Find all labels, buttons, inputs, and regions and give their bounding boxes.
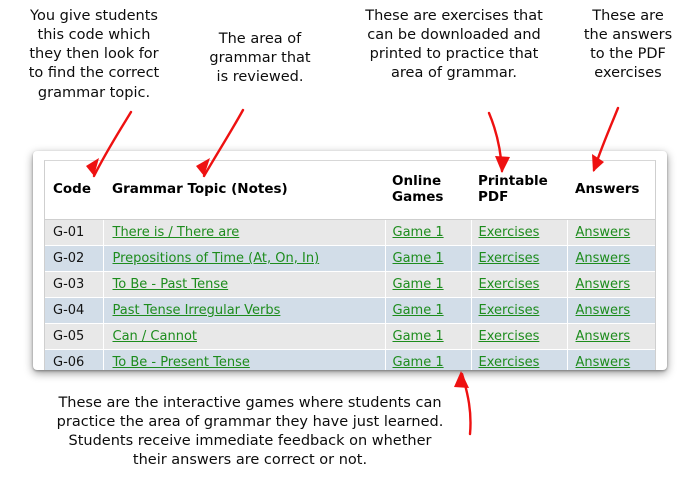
grammar-table-viewport: Code Grammar Topic (Notes) Online Games …	[44, 160, 656, 370]
table-row: G-01 There is / There are Game 1 Exercises A…	[45, 219, 655, 246]
table-header: Code Grammar Topic (Notes) Online Games …	[45, 161, 655, 220]
cell-online-game: Game 1	[385, 245, 472, 272]
grammar-table: Code Grammar Topic (Notes) Online Games …	[45, 161, 655, 370]
online-game-link[interactable]: Game 1	[393, 329, 444, 344]
cell-code: G-05	[45, 323, 104, 350]
grammar-topic-link[interactable]: To Be - Present Tense	[113, 355, 250, 370]
annotation-printable-pdf-column: These are exercises that can be download…	[365, 8, 543, 82]
grammar-topic-link[interactable]: Past Tense Irregular Verbs	[113, 303, 281, 318]
cell-answers: Answers	[567, 245, 655, 272]
column-header-online-games: Online Games	[385, 161, 471, 220]
printable-pdf-link[interactable]: Exercises	[479, 303, 540, 318]
cell-answers: Answers	[567, 297, 655, 324]
online-game-link[interactable]: Game 1	[393, 303, 444, 318]
online-game-link[interactable]: Game 1	[393, 355, 444, 370]
annotation-grammar-topic-column: The area of grammar that is reviewed.	[209, 31, 311, 86]
online-game-link[interactable]: Game 1	[393, 277, 444, 292]
cell-online-game: Game 1	[385, 349, 472, 370]
printable-pdf-link[interactable]: Exercises	[479, 251, 540, 266]
table-row: G-06 To Be - Present Tense Game 1 Exercises…	[45, 349, 655, 370]
grammar-topic-link[interactable]: Prepositions of Time (At, On, In)	[113, 251, 320, 266]
cell-code: G-04	[45, 297, 104, 324]
answers-link[interactable]: Answers	[576, 251, 631, 266]
cell-code: G-03	[45, 271, 104, 298]
printable-pdf-link[interactable]: Exercises	[479, 355, 540, 370]
column-header-printable-pdf: Printable PDF	[471, 161, 567, 220]
cell-online-game: Game 1	[385, 297, 472, 324]
table-row: G-03 To Be - Past Tense Game 1 Exercises Ans…	[45, 271, 655, 298]
table-row: G-05 Can / Cannot Game 1 Exercises Answers	[45, 323, 655, 350]
table-row: G-04 Past Tense Irregular Verbs Game 1 Exer…	[45, 297, 655, 324]
cell-code: G-06	[45, 349, 104, 370]
cell-code: G-02	[45, 245, 104, 272]
answers-link[interactable]: Answers	[576, 225, 631, 240]
cell-grammar-topic: To Be - Present Tense	[103, 349, 386, 370]
column-header-topic: Grammar Topic (Notes)	[103, 161, 385, 220]
grammar-table-panel: Code Grammar Topic (Notes) Online Games …	[33, 151, 667, 370]
cell-grammar-topic: Past Tense Irregular Verbs	[103, 297, 386, 324]
grammar-topic-link[interactable]: Can / Cannot	[113, 329, 198, 344]
cell-answers: Answers	[567, 349, 655, 370]
online-game-link[interactable]: Game 1	[393, 225, 444, 240]
table-header-row: Code Grammar Topic (Notes) Online Games …	[45, 161, 655, 220]
cell-online-game: Game 1	[385, 219, 472, 246]
cell-grammar-topic: To Be - Past Tense	[103, 271, 386, 298]
answers-link[interactable]: Answers	[576, 355, 631, 370]
column-header-code: Code	[45, 161, 103, 220]
cell-answers: Answers	[567, 219, 655, 246]
table-body: G-01 There is / There are Game 1 Exercises A…	[45, 219, 655, 370]
printable-pdf-link[interactable]: Exercises	[479, 225, 540, 240]
cell-printable-pdf: Exercises	[471, 245, 568, 272]
grammar-topic-link[interactable]: There is / There are	[113, 225, 240, 240]
column-header-answers: Answers	[567, 161, 655, 220]
cell-online-game: Game 1	[385, 271, 472, 298]
answers-link[interactable]: Answers	[576, 329, 631, 344]
cell-grammar-topic: There is / There are	[103, 219, 386, 246]
cell-printable-pdf: Exercises	[471, 271, 568, 298]
cell-printable-pdf: Exercises	[471, 349, 568, 370]
cell-grammar-topic: Can / Cannot	[103, 323, 386, 350]
annotation-online-games-column: These are the interactive games where st…	[56, 395, 444, 469]
cell-printable-pdf: Exercises	[471, 297, 568, 324]
online-game-link[interactable]: Game 1	[393, 251, 444, 266]
cell-printable-pdf: Exercises	[471, 323, 568, 350]
annotation-answers-column: These are the answers to the PDF exercis…	[583, 8, 673, 82]
cell-code: G-01	[45, 219, 104, 246]
answers-link[interactable]: Answers	[576, 303, 631, 318]
printable-pdf-link[interactable]: Exercises	[479, 329, 540, 344]
cell-printable-pdf: Exercises	[471, 219, 568, 246]
grammar-topic-link[interactable]: To Be - Past Tense	[113, 277, 229, 292]
answers-link[interactable]: Answers	[576, 277, 631, 292]
printable-pdf-link[interactable]: Exercises	[479, 277, 540, 292]
cell-answers: Answers	[567, 323, 655, 350]
annotation-code-column: You give students this code which they t…	[28, 8, 160, 101]
cell-online-game: Game 1	[385, 323, 472, 350]
cell-grammar-topic: Prepositions of Time (At, On, In)	[103, 245, 386, 272]
table-row: G-02 Prepositions of Time (At, On, In) Gam…	[45, 245, 655, 272]
cell-answers: Answers	[567, 271, 655, 298]
